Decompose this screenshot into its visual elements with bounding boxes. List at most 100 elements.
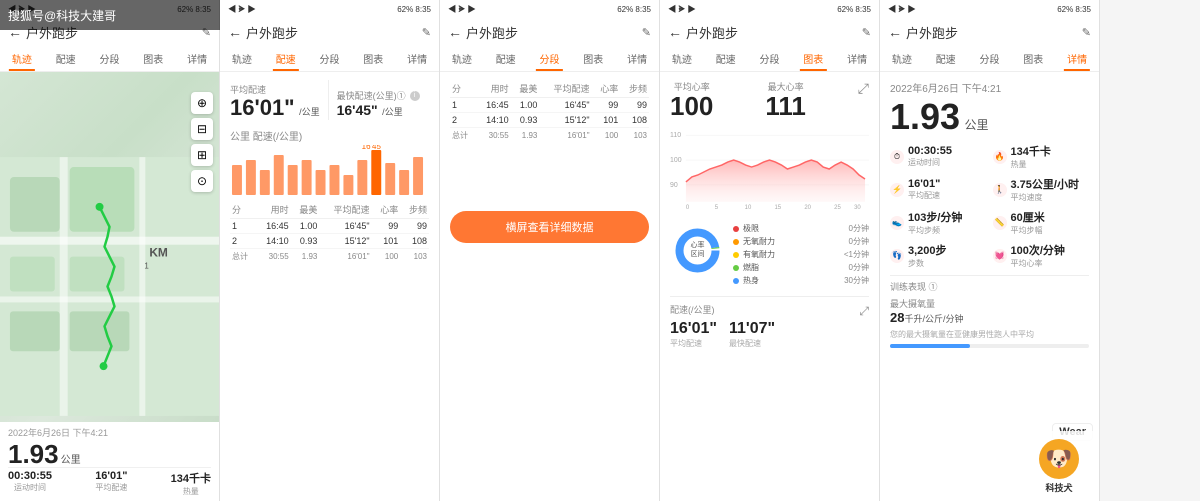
tab-track-1[interactable]: 轨迹 xyxy=(0,46,44,71)
stride-icon: 📏 xyxy=(993,216,1007,230)
tab-pace-1[interactable]: 配速 xyxy=(44,46,88,71)
fullscreen-btn-2[interactable]: ⤢ xyxy=(859,304,869,319)
tab-track-2[interactable]: 轨迹 xyxy=(220,46,264,71)
back-button-4[interactable]: ← xyxy=(668,24,682,40)
svg-text:5: 5 xyxy=(715,205,719,211)
layers-btn[interactable]: ⊞ xyxy=(191,144,213,166)
edit-button-2[interactable]: ✎ xyxy=(422,26,431,39)
row2-pace: 15'12" xyxy=(319,234,371,249)
tab-chart-2[interactable]: 图表 xyxy=(351,46,395,71)
detail-item-cal: 🔥 134千卡 热量 xyxy=(993,143,1090,170)
status-left-5: ◀ ᗙ ▶ xyxy=(888,4,916,15)
map-content: KM 1 ⊕ ⊟ ⊞ ⊙ 试试新功能吧 动态轨迹 2022年6月26日 下午4:… xyxy=(0,72,219,501)
detail-val-cal: 134千卡 xyxy=(1011,143,1051,159)
tab-chart-1[interactable]: 图表 xyxy=(131,46,175,71)
row1-dist: 1.00 xyxy=(291,219,320,234)
tab-track-4[interactable]: 轨迹 xyxy=(660,46,704,71)
back-button-2[interactable]: ← xyxy=(228,24,242,40)
detail-lbl-cadence: 平均步频 xyxy=(908,225,962,236)
detail-grid: ⏱ 00:30:55 运动时间 🔥 134千卡 热量 ⚡ xyxy=(890,143,1089,269)
edit-button-3[interactable]: ✎ xyxy=(642,26,651,39)
tab-seg-2[interactable]: 分段 xyxy=(308,46,352,71)
tab-detail-5[interactable]: 详情 xyxy=(1055,46,1099,71)
tab-chart-4[interactable]: 图表 xyxy=(791,46,835,71)
detail-lbl-speed: 平均速度 xyxy=(1011,192,1079,203)
stat-lbl-cal: 热量 xyxy=(171,486,211,497)
svg-text:100: 100 xyxy=(670,157,682,164)
status-bar-4: ◀ ᗙ ▶ 62% 8:35 xyxy=(660,0,879,18)
th-cadence: 步频 xyxy=(400,201,429,219)
fullscreen-btn[interactable]: ⤢ xyxy=(858,80,869,119)
nav-title-3: 户外跑步 xyxy=(466,23,518,42)
svg-text:心率: 心率 xyxy=(691,240,705,249)
status-right-2: 62% 8:35 xyxy=(397,5,431,14)
tab-pace-5[interactable]: 配速 xyxy=(924,46,968,71)
detail-lbl-cal: 热量 xyxy=(1011,159,1051,170)
tab-detail-3[interactable]: 详情 xyxy=(615,46,659,71)
svg-text:15: 15 xyxy=(774,205,781,211)
detail-item-hr: 💓 100次/分钟 平均心率 xyxy=(993,242,1090,269)
max-hr-value: 111 xyxy=(765,93,806,119)
avg-hr-block: 平均心率 100 xyxy=(670,80,713,119)
detail-info-stride: 60厘米 平均步幅 xyxy=(1011,209,1045,236)
zone-time-fatburn: 0分钟 xyxy=(849,262,869,273)
total-time: 30:55 xyxy=(256,249,291,265)
tab-track-3[interactable]: 轨迹 xyxy=(440,46,484,71)
status-right-3: 62% 8:35 xyxy=(617,5,651,14)
tab-pace-4[interactable]: 配速 xyxy=(704,46,748,71)
tab-chart-5[interactable]: 图表 xyxy=(1011,46,1055,71)
tab-detail-4[interactable]: 详情 xyxy=(835,46,879,71)
svg-text:10: 10 xyxy=(745,205,752,211)
nav-bar-3: ← 户外跑步 ✎ xyxy=(440,18,659,46)
th-avghr: 心率 xyxy=(372,201,401,219)
settings-btn[interactable]: ⊙ xyxy=(191,170,213,192)
tab-chart-3[interactable]: 图表 xyxy=(571,46,615,71)
map-type-btn[interactable]: ⊟ xyxy=(191,118,213,140)
zone-name-aerobic: 有氧耐力 xyxy=(743,249,840,260)
panel-detail: ◀ ᗙ ▶ 62% 8:35 ← 户外跑步 ✎ 轨迹 配速 分段 图表 详情 2… xyxy=(880,0,1100,501)
zone-list: 极限 0分钟 无氧耐力 0分钟 有氧耐力 <1分钟 xyxy=(733,223,869,288)
tab-seg-1[interactable]: 分段 xyxy=(88,46,132,71)
tab-seg-5[interactable]: 分段 xyxy=(968,46,1012,71)
max-pace-val-4: 11'07" xyxy=(729,320,775,338)
tab-pace-3[interactable]: 配速 xyxy=(484,46,528,71)
tab-pace-2[interactable]: 配速 xyxy=(264,46,308,71)
avg-pace-val-4: 16'01" xyxy=(670,320,717,338)
panel-chart: ◀ ᗙ ▶ 62% 8:35 ← 户外跑步 ✎ 轨迹 配速 分段 图表 详情 平… xyxy=(660,0,880,501)
edit-button-4[interactable]: ✎ xyxy=(862,26,871,39)
segment-table-2: 分 用时 最美 平均配速 心率 步频 1 16:45 1.00 16'45" 9 xyxy=(230,201,429,264)
avg-pace-unit: /公里 xyxy=(299,107,320,117)
row2-hr: 101 xyxy=(372,234,401,249)
th-avgpace: 平均配速 xyxy=(319,201,371,219)
status-right-4: 62% 8:35 xyxy=(837,5,871,14)
total-pace: 16'01" xyxy=(319,249,371,265)
tab-seg-3[interactable]: 分段 xyxy=(528,46,572,71)
max-pace-label-text: 最快配速(公里)① xyxy=(337,89,406,102)
stats-row: 00:30:55 运动时间 16'01" 平均配速 134千卡 热量 xyxy=(8,467,211,497)
max-pace-block: 最快配速(公里)① i 16'45" /公里 xyxy=(337,89,420,120)
svg-text:1: 1 xyxy=(144,262,149,271)
horizontal-view-btn[interactable]: 横屏查看详细数据 xyxy=(450,211,649,243)
tab-detail-1[interactable]: 详情 xyxy=(175,46,219,71)
max-pace-4: 11'07" 最快配速 xyxy=(729,320,775,349)
zone-item-anaerobic: 无氧耐力 0分钟 xyxy=(733,236,869,247)
status-right-5: 62% 8:35 xyxy=(1057,5,1091,14)
hr-top-stats: 平均心率 100 最大心率 111 ⤢ xyxy=(670,80,869,119)
vo2-bar xyxy=(890,344,1089,348)
vo2-label: 最大摄氧量 xyxy=(890,297,963,310)
location-btn[interactable]: ⊕ xyxy=(191,92,213,114)
detail-info-cal: 134千卡 热量 xyxy=(1011,143,1051,170)
edit-button-5[interactable]: ✎ xyxy=(1082,26,1091,39)
back-button-3[interactable]: ← xyxy=(448,24,462,40)
pace-content: 平均配速 16'01" /公里 最快配速(公里)① i 16'45" /公里 xyxy=(220,72,439,501)
zone-item-fatburn: 燃脂 0分钟 xyxy=(733,262,869,273)
back-button-5[interactable]: ← xyxy=(888,24,902,40)
avg-pace-value: 16'01" /公里 xyxy=(230,96,320,120)
tab-detail-2[interactable]: 详情 xyxy=(395,46,439,71)
vo2-val: 28千升/公斤/分钟 xyxy=(890,310,963,325)
cadence-icon: 👟 xyxy=(890,216,904,230)
tab-seg-4[interactable]: 分段 xyxy=(748,46,792,71)
svg-text:30: 30 xyxy=(854,205,861,211)
info-icon: i xyxy=(410,91,420,101)
tab-track-5[interactable]: 轨迹 xyxy=(880,46,924,71)
